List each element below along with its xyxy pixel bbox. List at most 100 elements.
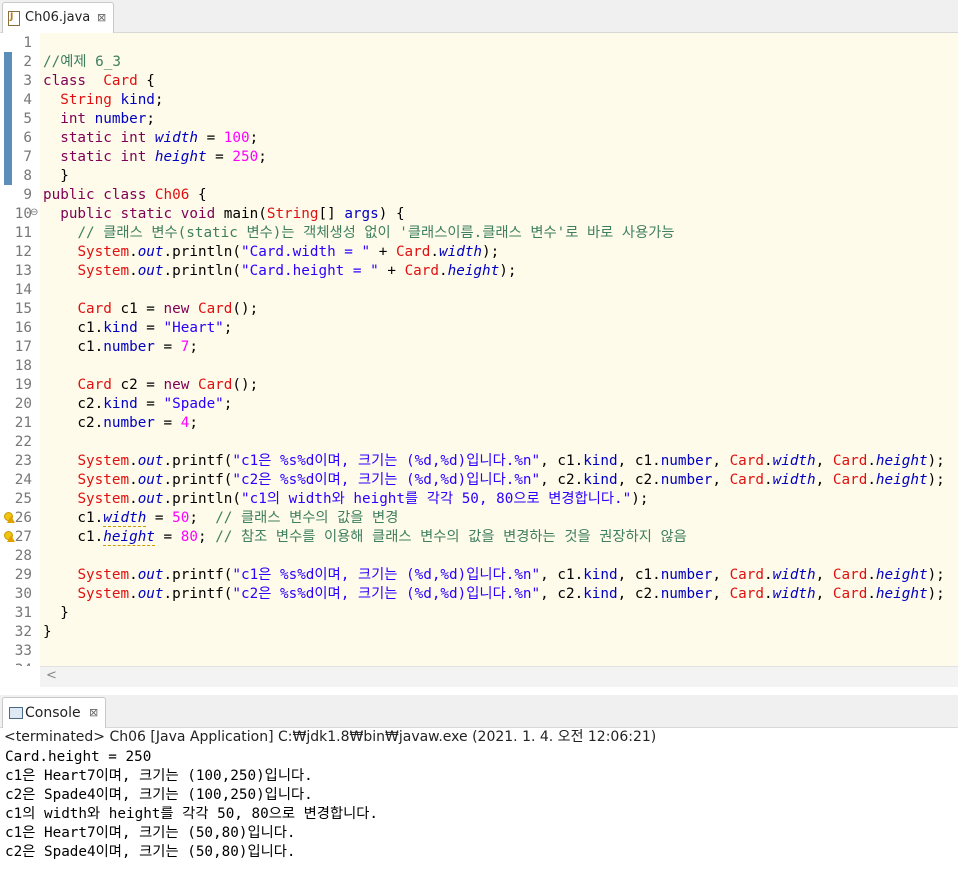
- code-text[interactable]: String kind;: [43, 91, 163, 110]
- code-token: ;: [258, 149, 267, 165]
- code-line[interactable]: 18: [0, 357, 958, 376]
- code-text[interactable]: static int height = 250;: [43, 148, 267, 167]
- code-text[interactable]: //예제 6_3: [43, 53, 121, 72]
- code-line[interactable]: 6 static int width = 100;: [0, 129, 958, 148]
- code-line[interactable]: 15 Card c1 = new Card();: [0, 300, 958, 319]
- line-number: 18: [14, 358, 32, 374]
- code-line[interactable]: 7 static int height = 250;: [0, 148, 958, 167]
- code-line[interactable]: 32}: [0, 623, 958, 642]
- code-token: String: [60, 92, 112, 108]
- console-tab-label: Console: [25, 705, 81, 721]
- code-text[interactable]: System.out.printf("c1은 %s%d이며, 크기는 (%d,%…: [43, 452, 944, 471]
- code-text[interactable]: System.out.println("Card.height = " + Ca…: [43, 262, 516, 281]
- code-token: .: [764, 586, 773, 602]
- scroll-left-icon[interactable]: <: [46, 668, 57, 683]
- code-line[interactable]: 9 public class Ch06 {: [0, 186, 958, 205]
- code-text[interactable]: public class Ch06 {: [43, 186, 207, 205]
- line-number: 12: [14, 244, 32, 260]
- horizontal-scrollbar[interactable]: <: [40, 666, 958, 687]
- code-line[interactable]: 28: [0, 547, 958, 566]
- code-token: =: [206, 149, 233, 165]
- code-line[interactable]: 3 class Card {: [0, 72, 958, 91]
- code-text[interactable]: Card c1 = new Card();: [43, 300, 258, 319]
- code-text[interactable]: c1.kind = "Heart";: [43, 319, 232, 338]
- code-text[interactable]: Card c2 = new Card();: [43, 376, 258, 395]
- code-text[interactable]: }: [43, 623, 52, 642]
- code-text[interactable]: c1.height = 80; // 참조 변수를 이용해 클래스 변수의 값을…: [43, 528, 687, 547]
- code-token: c2 =: [111, 377, 164, 393]
- code-line[interactable]: 30 System.out.printf("c2은 %s%d이며, 크기는 (%…: [0, 585, 958, 604]
- code-text[interactable]: System.out.printf("c1은 %s%d이며, 크기는 (%d,%…: [43, 566, 944, 585]
- code-line[interactable]: 29 System.out.printf("c1은 %s%d이며, 크기는 (%…: [0, 566, 958, 585]
- close-icon[interactable]: ⊠: [97, 3, 106, 33]
- code-line[interactable]: 16 c1.kind = "Heart";: [0, 319, 958, 338]
- line-number: 5: [23, 111, 32, 127]
- tab-console[interactable]: Console ⊠: [2, 697, 106, 728]
- code-line[interactable]: 12 System.out.println("Card.width = " + …: [0, 243, 958, 262]
- code-text[interactable]: int number;: [43, 110, 155, 129]
- code-token: Card: [77, 301, 112, 317]
- code-line[interactable]: 5 int number;: [0, 110, 958, 129]
- code-line[interactable]: 21 c2.number = 4;: [0, 414, 958, 433]
- code-text[interactable]: c1.number = 7;: [43, 338, 198, 357]
- code-line[interactable]: 20 c2.kind = "Spade";: [0, 395, 958, 414]
- code-token: height: [875, 586, 928, 602]
- code-line[interactable]: 10 public static void main(String[] args…: [0, 205, 958, 224]
- code-line[interactable]: 11 // 클래스 변수(static 변수)는 객체생성 없이 '클래스이름.…: [0, 224, 958, 243]
- code-token: Card: [103, 73, 138, 89]
- code-text[interactable]: System.out.println("c1의 width와 height를 각…: [43, 490, 648, 509]
- code-editor[interactable]: 1 2//예제 6_3 3 class Card {4 String kind; 5 i…: [0, 33, 958, 666]
- code-text[interactable]: static int width = 100;: [43, 129, 258, 148]
- code-line[interactable]: 8 }: [0, 167, 958, 186]
- console-output[interactable]: Card.height = 250 c1은 Heart7이며, 크기는 (100…: [0, 748, 958, 878]
- fold-collapse-icon[interactable]: ⊖: [30, 207, 38, 218]
- code-line[interactable]: 24 System.out.printf("c2은 %s%d이며, 크기는 (%…: [0, 471, 958, 490]
- code-token: +: [378, 263, 405, 279]
- code-text[interactable]: // 클래스 변수(static 변수)는 객체생성 없이 '클래스이름.클래스…: [43, 224, 674, 243]
- code-line[interactable]: 26 c1.width = 50; // 클래스 변수의 값을 변경: [0, 509, 958, 528]
- code-line[interactable]: 22: [0, 433, 958, 452]
- close-icon[interactable]: ⊠: [89, 698, 98, 728]
- code-text[interactable]: c1.width = 50; // 클래스 변수의 값을 변경: [43, 509, 398, 528]
- code-token: number: [103, 339, 155, 355]
- code-token: width: [772, 472, 816, 488]
- code-token: Card: [832, 567, 868, 583]
- tab-ch06-java[interactable]: Ch06.java ⊠: [2, 2, 114, 33]
- code-line[interactable]: 33: [0, 642, 958, 661]
- code-token: .: [867, 453, 876, 469]
- code-text[interactable]: }: [43, 167, 69, 186]
- code-line[interactable]: 23 System.out.printf("c1은 %s%d이며, 크기는 (%…: [0, 452, 958, 471]
- code-line[interactable]: 13 System.out.println("Card.height = " +…: [0, 262, 958, 281]
- line-number: 30: [14, 586, 32, 602]
- line-number: 13: [14, 263, 32, 279]
- code-token: 250: [232, 149, 259, 165]
- code-token: .: [764, 453, 773, 469]
- code-line[interactable]: 14: [0, 281, 958, 300]
- code-line[interactable]: 19 Card c2 = new Card();: [0, 376, 958, 395]
- code-line[interactable]: 2 //예제 6_3: [0, 53, 958, 72]
- code-line[interactable]: 25 System.out.println("c1의 width와 height…: [0, 490, 958, 509]
- code-text[interactable]: class Card {: [43, 72, 155, 91]
- code-text[interactable]: System.out.printf("c2은 %s%d이며, 크기는 (%d,%…: [43, 471, 944, 490]
- code-line[interactable]: 31 }: [0, 604, 958, 623]
- code-text[interactable]: c2.number = 4;: [43, 414, 198, 433]
- code-line[interactable]: 1: [0, 34, 958, 53]
- code-line[interactable]: 27 c1.height = 80; // 참조 변수를 이용해 클래스 변수의…: [0, 528, 958, 547]
- code-text[interactable]: }: [43, 604, 69, 623]
- code-token: number: [660, 472, 713, 488]
- code-text[interactable]: public static void main(String[] args) {: [43, 205, 404, 224]
- code-line[interactable]: 17 c1.number = 7;: [0, 338, 958, 357]
- code-token: Card: [729, 567, 764, 583]
- line-number: 29: [14, 567, 32, 583]
- line-number: 34: [0, 661, 32, 666]
- code-line[interactable]: 4 String kind;: [0, 91, 958, 110]
- code-text[interactable]: c2.kind = "Spade";: [43, 395, 232, 414]
- code-token: Card: [404, 263, 439, 279]
- warning-icon[interactable]: [3, 531, 15, 542]
- code-text[interactable]: System.out.println("Card.width = " + Car…: [43, 243, 499, 262]
- warning-icon[interactable]: [3, 512, 15, 523]
- code-token: static: [60, 130, 112, 146]
- code-text[interactable]: System.out.printf("c2은 %s%d이며, 크기는 (%d,%…: [43, 585, 944, 604]
- code-token: "Heart": [163, 320, 224, 336]
